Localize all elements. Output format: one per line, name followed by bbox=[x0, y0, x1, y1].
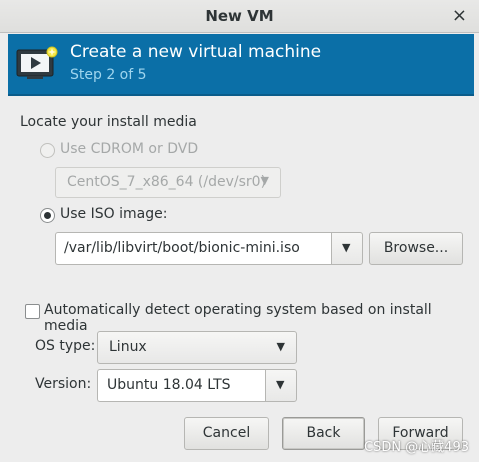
iso-path-dropdown-button[interactable]: ▼ bbox=[331, 232, 363, 265]
cancel-button[interactable]: Cancel bbox=[184, 417, 269, 450]
version-input[interactable]: Ubuntu 18.04 LTS bbox=[97, 369, 265, 402]
os-type-label: OS type: bbox=[35, 338, 96, 354]
monitor-play-icon bbox=[16, 46, 58, 79]
chevron-down-icon: ▼ bbox=[342, 241, 351, 254]
iso-label: Use ISO image: bbox=[60, 206, 168, 222]
background-window-edge bbox=[0, 33, 8, 462]
title-bar: New VM × bbox=[0, 0, 479, 33]
version-value: Ubuntu 18.04 LTS bbox=[107, 377, 231, 393]
iso-path-input[interactable]: /var/lib/libvirt/boot/bionic-mini.iso bbox=[55, 232, 331, 265]
back-button[interactable]: Back bbox=[282, 417, 365, 450]
iso-radio[interactable] bbox=[40, 208, 55, 223]
cdrom-radio[interactable] bbox=[40, 143, 55, 158]
cdrom-select[interactable]: CentOS_7_x86_64 (/dev/sr0) ▼ bbox=[55, 167, 281, 198]
os-type-select[interactable]: Linux ▼ bbox=[97, 331, 297, 364]
header-banner: Create a new virtual machine Step 2 of 5 bbox=[8, 34, 474, 96]
cdrom-select-value: CentOS_7_x86_64 (/dev/sr0) bbox=[67, 174, 267, 190]
chevron-down-icon: ▼ bbox=[276, 340, 285, 353]
autodetect-checkbox[interactable] bbox=[25, 304, 40, 319]
autodetect-label: Automatically detect operating system ba… bbox=[44, 302, 432, 334]
section-label: Locate your install media bbox=[20, 114, 197, 130]
chevron-down-icon: ▼ bbox=[276, 378, 285, 391]
close-icon[interactable]: × bbox=[452, 6, 467, 26]
chevron-down-icon: ▼ bbox=[260, 174, 269, 187]
version-label: Version: bbox=[35, 376, 92, 392]
version-dropdown-button[interactable]: ▼ bbox=[265, 369, 297, 402]
banner-title: Create a new virtual machine bbox=[70, 42, 322, 62]
cdrom-label: Use CDROM or DVD bbox=[60, 141, 199, 157]
os-type-value: Linux bbox=[109, 339, 147, 355]
watermark: CSDN @心藏493 bbox=[363, 440, 469, 455]
window-title: New VM bbox=[205, 7, 274, 25]
banner-step: Step 2 of 5 bbox=[70, 67, 147, 83]
iso-path-value: /var/lib/libvirt/boot/bionic-mini.iso bbox=[64, 240, 300, 256]
browse-button[interactable]: Browse... bbox=[369, 232, 463, 265]
